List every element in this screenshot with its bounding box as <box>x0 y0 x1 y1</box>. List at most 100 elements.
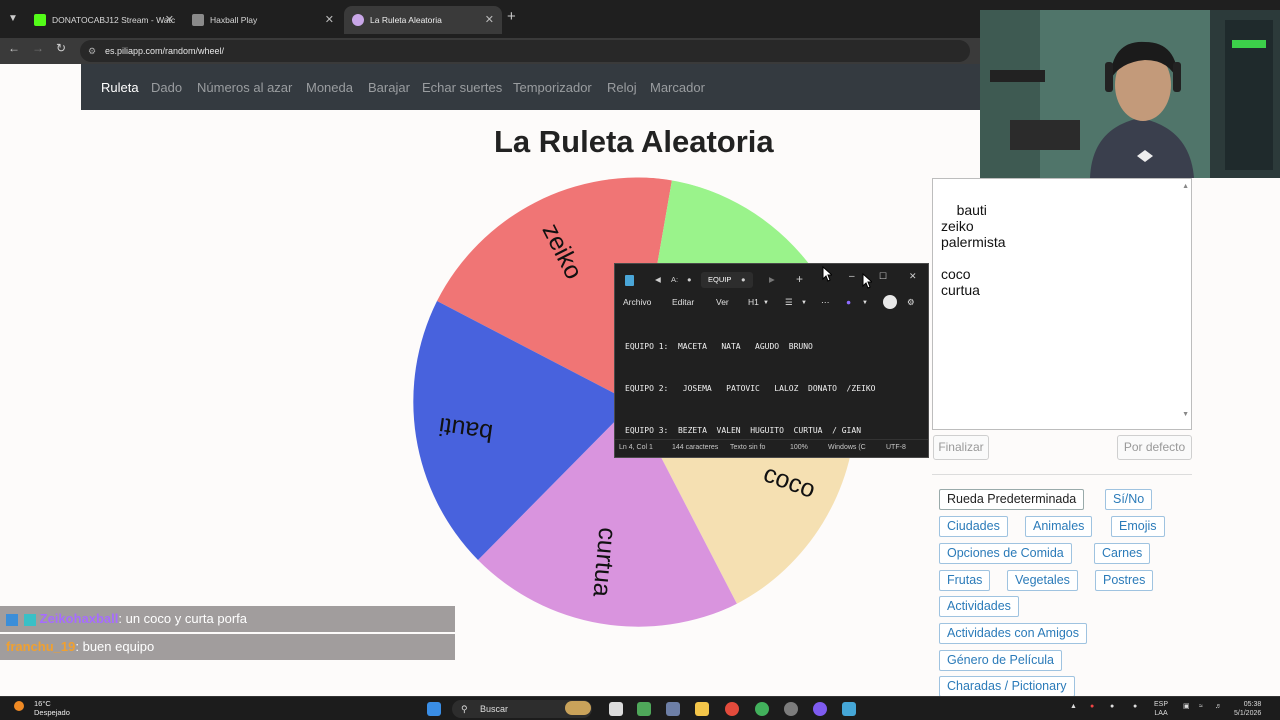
preset-si-no[interactable]: Sí/No <box>1105 489 1153 510</box>
chat-message: Zeikohaxball: un coco y curta porfa <box>0 606 455 632</box>
tab-scroll-left-icon[interactable]: ◀ <box>655 275 661 284</box>
steam-icon[interactable] <box>784 702 798 716</box>
search-highlight-icon <box>565 701 591 715</box>
preset-carnes[interactable]: Carnes <box>1094 543 1151 564</box>
weather-desc: Despejado <box>34 708 70 717</box>
weather-temp: 16°C <box>34 699 51 708</box>
list-icon[interactable]: ☰ <box>785 297 793 308</box>
status-format: Texto sin fo <box>730 444 766 451</box>
preset-emojis[interactable]: Emojis <box>1111 516 1165 537</box>
file-explorer-icon[interactable] <box>695 702 709 716</box>
search-label: Buscar <box>480 704 509 714</box>
preset-vegetales[interactable]: Vegetales <box>1007 570 1078 591</box>
notepad-app-icon <box>625 275 634 286</box>
scroll-down-icon[interactable]: ▼ <box>1182 407 1189 423</box>
weather-widget[interactable]: 16°C Despejado <box>34 699 70 717</box>
chrome-icon[interactable] <box>755 702 769 716</box>
chat-text: : un coco y curta porfa <box>118 611 247 626</box>
status-char-count: 144 caracteres <box>672 444 719 451</box>
chevron-down-icon[interactable]: ▼ <box>862 300 868 306</box>
preset-postres[interactable]: Postres <box>1095 570 1154 591</box>
settings-gear-icon[interactable]: ⚙ <box>907 297 915 308</box>
close-icon[interactable]: ✕ <box>909 271 917 282</box>
heading-dropdown[interactable]: H1 <box>748 297 759 307</box>
finalizar-button[interactable]: Finalizar <box>933 435 989 460</box>
chat-message: franchu_19: buen equipo <box>0 634 455 660</box>
chevron-down-icon[interactable]: ▼ <box>801 300 807 306</box>
preset-rueda-predeterminada[interactable]: Rueda Predeterminada <box>939 489 1085 510</box>
status-zoom: 100% <box>790 444 808 451</box>
screen: ▼ DONATOCABJ12 Stream - Watc ✕ Haxball P… <box>0 0 1280 720</box>
weather-sun-icon <box>14 701 24 711</box>
tray-app-icon[interactable]: ● <box>1090 702 1094 711</box>
notepad-tab-active[interactable]: EQUIP <box>708 275 731 284</box>
mouse-cursor-icon <box>822 266 832 282</box>
clock[interactable]: 05:38 5/1/2026 <box>1234 700 1261 718</box>
microphone-icon[interactable]: ● <box>1133 702 1137 711</box>
preset-opciones-de-comida[interactable]: Opciones de Comida <box>939 543 1072 564</box>
menu-editar[interactable]: Editar <box>672 297 694 307</box>
tab-scroll-right-icon[interactable]: ▶ <box>769 275 775 284</box>
more-icon[interactable]: ⋯ <box>821 297 830 308</box>
preset-ciudades[interactable]: Ciudades <box>939 516 1008 537</box>
notepad-titlebar[interactable]: ◀ A: ● EQUIP ● ▶ + – ☐ ✕ <box>615 264 928 294</box>
minecraft-icon[interactable] <box>637 702 651 716</box>
twitch-badge-icon <box>6 613 18 626</box>
menu-ver[interactable]: Ver <box>716 297 729 307</box>
menu-archivo[interactable]: Archivo <box>623 297 651 307</box>
scroll-up-icon[interactable]: ▲ <box>1182 179 1189 195</box>
text-line: EQUIPO 2: JOSEMA PATOVIC LALOZ DONATO /Z… <box>625 384 876 393</box>
status-cursor-position: Ln 4, Col 1 <box>619 444 653 451</box>
clock-date: 5/1/2026 <box>1234 710 1262 717</box>
tab-close-icon[interactable]: ● <box>741 275 746 284</box>
chat-username: franchu_19 <box>6 639 76 654</box>
preset-actividades-con-amigos[interactable]: Actividades con Amigos <box>939 623 1088 644</box>
preset-actividades[interactable]: Actividades <box>939 596 1019 617</box>
discord-icon[interactable] <box>813 702 827 716</box>
names-text: bauti zeiko palermista coco curtua <box>941 202 1006 298</box>
search-icon: ⚲ <box>461 704 468 714</box>
volume-icon[interactable]: ♬ <box>1215 702 1222 711</box>
new-tab-plus-icon[interactable]: + <box>796 272 803 286</box>
webcam-overlay <box>980 10 1280 178</box>
maximize-icon[interactable]: ☐ <box>879 271 887 282</box>
preset-frutas[interactable]: Frutas <box>939 570 991 591</box>
copilot-icon[interactable]: ● <box>846 297 851 307</box>
tray-chevron-up-icon[interactable]: ▲ <box>1070 702 1077 711</box>
badge-icon <box>23 613 36 626</box>
notepad-tab-prev[interactable]: A: <box>671 275 678 284</box>
language-indicator[interactable]: ESP LAA <box>1154 700 1168 718</box>
divider <box>932 474 1192 475</box>
clock-time: 05:38 <box>1243 701 1262 708</box>
minimize-icon[interactable]: – <box>849 271 855 282</box>
chat-username: Zeikohaxball <box>39 611 119 626</box>
language-code: ESP <box>1154 701 1169 708</box>
preset-animales[interactable]: Animales <box>1025 516 1093 537</box>
windows-start-icon[interactable] <box>427 702 441 716</box>
calculator-icon[interactable] <box>666 702 680 716</box>
preset-genero-de-pelicula[interactable]: Género de Película <box>939 650 1063 671</box>
mouse-cursor-icon <box>862 273 872 289</box>
webcam-feed-image <box>980 10 1280 178</box>
chevron-down-icon[interactable]: ▼ <box>763 300 769 306</box>
por-defecto-button[interactable]: Por defecto <box>1117 435 1192 460</box>
status-encoding: UTF-8 <box>886 444 906 451</box>
language-layout: LAA <box>1154 710 1168 717</box>
windows-taskbar: 16°C Despejado ⚲ Buscar ▲ ● ● ● ESP LAA … <box>0 696 1280 720</box>
wifi-icon[interactable]: ≈ <box>1199 702 1203 711</box>
notepad-icon[interactable] <box>842 702 856 716</box>
chat-text: : buen equipo <box>75 639 155 654</box>
tray-app-icon[interactable]: ● <box>1110 702 1114 711</box>
text-line: EQUIPO 1: MACETA NATA AGUDO BRUNO <box>625 342 813 351</box>
display-icon[interactable]: ▣ <box>1183 702 1190 711</box>
notepad-menubar: Archivo Editar Ver H1 ▼ ☰ ▼ ⋯ ● ▼ ⚙ <box>615 294 928 314</box>
account-icon[interactable] <box>883 295 897 309</box>
status-line-ending: Windows (C <box>828 444 866 451</box>
names-scrollbar[interactable]: ▲ ▼ <box>1180 179 1190 429</box>
chrome-icon[interactable] <box>725 702 739 716</box>
names-textarea[interactable]: bauti zeiko palermista coco curtua ▲ ▼ <box>932 178 1192 430</box>
notepad-window[interactable]: ◀ A: ● EQUIP ● ▶ + – ☐ ✕ Archivo Editar … <box>614 263 929 458</box>
task-view-icon[interactable] <box>609 702 623 716</box>
unsaved-dot-icon: ● <box>687 275 692 284</box>
preset-charadas-pictionary[interactable]: Charadas / Pictionary <box>939 676 1075 697</box>
